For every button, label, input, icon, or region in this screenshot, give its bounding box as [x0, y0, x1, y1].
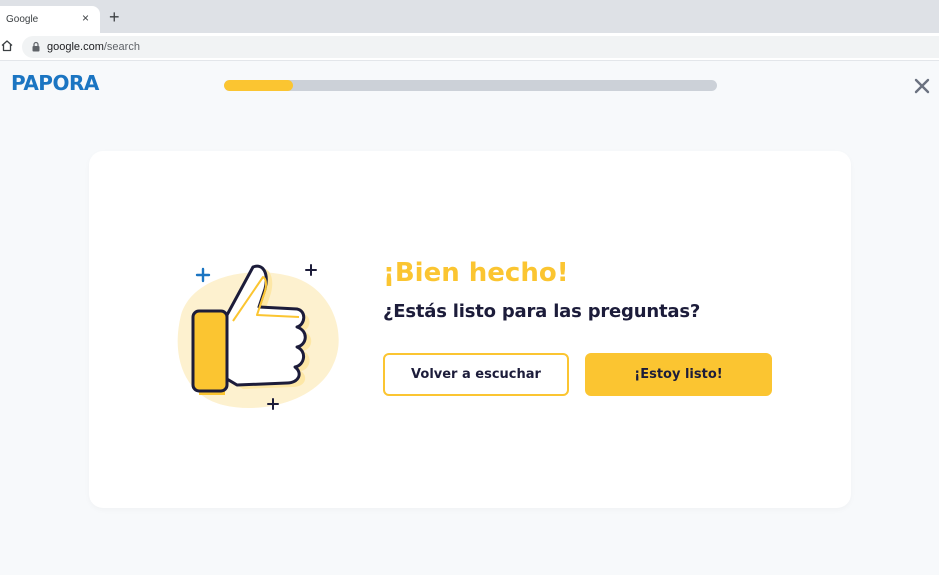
url-text: google.com/search [47, 41, 140, 53]
browser-tab[interactable]: Google × [0, 6, 100, 33]
address-bar: google.com/search [0, 33, 939, 61]
progress-fill [224, 80, 294, 91]
tab-title: Google [6, 14, 39, 25]
new-tab-button[interactable]: + [109, 8, 120, 26]
papora-logo[interactable]: PAPORA [11, 71, 99, 95]
url-host: google.com [47, 41, 104, 53]
lock-icon [32, 41, 40, 52]
ready-question: ¿Estás listo para las preguntas? [383, 301, 701, 322]
home-icon[interactable] [0, 38, 14, 54]
browser-tabstrip: Google × + [0, 0, 939, 33]
thumbs-up-icon [177, 264, 339, 410]
tab-close-icon[interactable]: × [82, 11, 89, 25]
progress-bar [224, 80, 717, 91]
url-field[interactable]: google.com/search [22, 36, 939, 58]
completion-card: ¡Bien hecho! ¿Estás listo para las pregu… [89, 151, 851, 508]
close-icon[interactable] [912, 76, 932, 96]
ready-button[interactable]: ¡Estoy listo! [585, 353, 772, 396]
listen-again-button[interactable]: Volver a escuchar [383, 353, 569, 396]
url-path: /search [103, 41, 140, 53]
success-heading: ¡Bien hecho! [383, 258, 569, 288]
